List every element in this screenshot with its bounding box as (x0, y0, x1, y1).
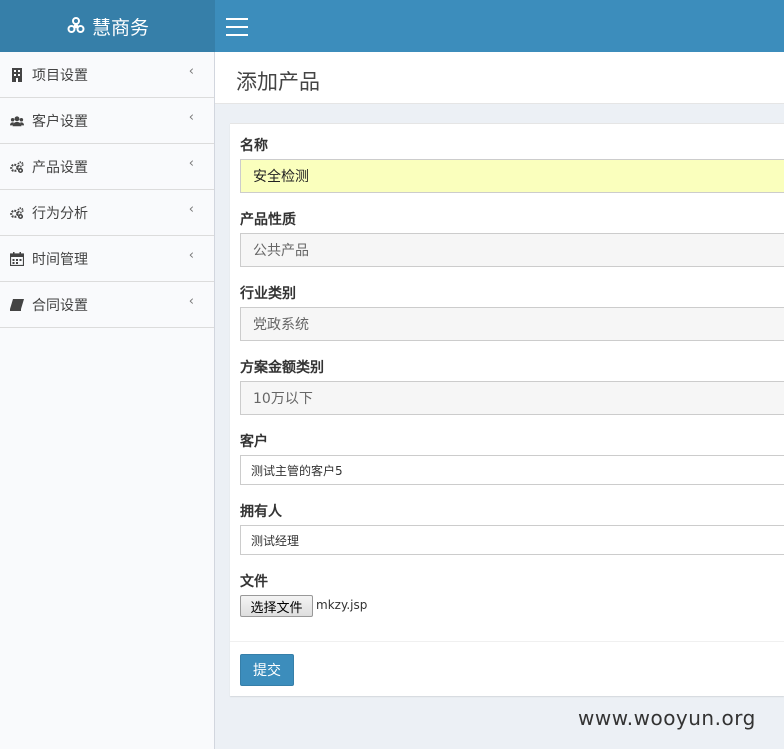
sidebar-item-label: 项目设置 (32, 67, 88, 84)
users-icon (10, 114, 24, 128)
choose-file-button[interactable]: 选择文件 (240, 595, 313, 617)
name-input[interactable]: 安全检测 (240, 159, 784, 193)
content-header: 添加产品 (215, 52, 784, 104)
top-navbar (215, 0, 784, 52)
menu-toggle-icon[interactable] (226, 18, 248, 36)
file-name-text: mkzy.jsp (316, 598, 368, 612)
amount-category-field[interactable]: 10万以下 (240, 381, 784, 415)
industry-field[interactable]: 党政系统 (240, 307, 784, 341)
sidebar-item-contract-settings[interactable]: 合同设置 ‹ (0, 282, 214, 328)
sidebar-item-behavior-analysis[interactable]: 行为分析 ‹ (0, 190, 214, 236)
chevron-left-icon: ‹ (188, 110, 194, 125)
sidebar-item-label: 产品设置 (32, 159, 88, 176)
sidebar-item-project-settings[interactable]: 项目设置 ‹ (0, 52, 214, 98)
sidebar-item-client-settings[interactable]: 客户设置 ‹ (0, 98, 214, 144)
app-logo[interactable]: 慧商务 (0, 0, 215, 52)
calendar-icon (10, 251, 24, 266)
product-nature-label: 产品性质 (240, 212, 296, 228)
product-nature-field[interactable]: 公共产品 (240, 233, 784, 267)
gears-icon (10, 206, 24, 220)
chevron-left-icon: ‹ (188, 248, 194, 263)
sidebar-item-label: 行为分析 (32, 205, 88, 222)
submit-button[interactable]: 提交 (240, 654, 294, 686)
form-footer: 提交 (230, 641, 784, 697)
add-product-form: 名称 安全检测 产品性质 公共产品 行业类别 党政系统 方案金额类别 10万以下… (230, 123, 784, 696)
chevron-left-icon: ‹ (188, 156, 194, 171)
gears-icon (10, 160, 24, 174)
chevron-left-icon: ‹ (188, 202, 194, 217)
file-label: 文件 (240, 574, 268, 590)
sidebar-item-label: 合同设置 (32, 297, 88, 314)
biohazard-icon (66, 16, 86, 36)
page-title: 添加产品 (236, 70, 320, 94)
owner-label: 拥有人 (240, 504, 282, 520)
owner-select[interactable]: 测试经理 (240, 525, 784, 555)
building-icon (10, 67, 24, 82)
sidebar-item-product-settings[interactable]: 产品设置 ‹ (0, 144, 214, 190)
sidebar: 项目设置 ‹ 客户设置 ‹ 产品设置 ‹ 行为分析 ‹ 时间管理 ‹ 合同设置 … (0, 52, 215, 749)
industry-label: 行业类别 (240, 286, 296, 302)
name-label: 名称 (240, 138, 268, 154)
sidebar-item-time-management[interactable]: 时间管理 ‹ (0, 236, 214, 282)
sidebar-item-label: 客户设置 (32, 113, 88, 130)
client-label: 客户 (240, 434, 268, 450)
watermark-text: www.wooyun.org (578, 706, 756, 730)
app-title: 慧商务 (91, 16, 149, 39)
chevron-left-icon: ‹ (188, 294, 194, 309)
amount-category-label: 方案金额类别 (240, 360, 324, 376)
client-select[interactable]: 测试主管的客户5 (240, 455, 784, 485)
book-icon (10, 298, 24, 312)
chevron-left-icon: ‹ (188, 64, 194, 79)
sidebar-item-label: 时间管理 (32, 251, 88, 268)
